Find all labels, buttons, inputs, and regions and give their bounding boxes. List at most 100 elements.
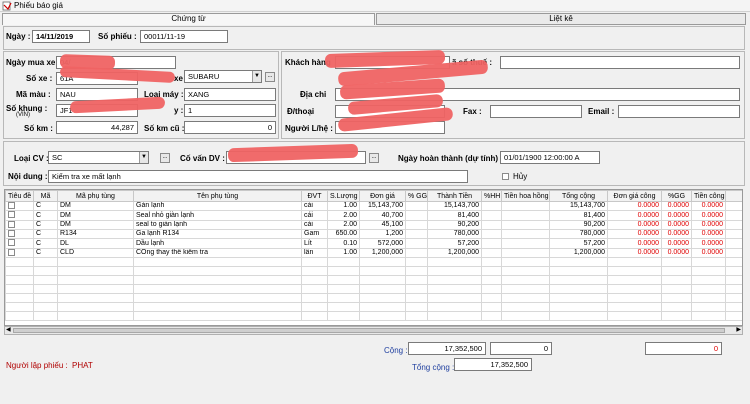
loai-may-field[interactable]: XANG (184, 88, 276, 101)
table-cell[interactable]: cái (301, 210, 328, 221)
ma-so-thue-field[interactable] (500, 56, 740, 69)
table-cell[interactable]: Seal nhỏ giàn lạnh (133, 210, 302, 221)
may-field[interactable]: 1 (184, 104, 276, 117)
column-header[interactable]: %HH (481, 190, 502, 202)
table-cell[interactable] (5, 229, 34, 240)
table-cell[interactable]: seal to giàn lạnh (133, 219, 302, 231)
table-cell[interactable] (481, 210, 502, 221)
row-checkbox[interactable] (8, 221, 15, 228)
scroll-right-icon[interactable]: ▶ (736, 326, 741, 333)
table-cell[interactable] (405, 247, 428, 259)
loai-cv-combo[interactable]: SC ▼ (48, 151, 149, 164)
column-header[interactable]: Tổng cộng (549, 190, 608, 202)
table-row[interactable]: C DM seal to giàn lạnh cái 2.00 45,100 90,200 9… (5, 219, 742, 231)
scroll-left-icon[interactable]: ◀ (6, 326, 11, 333)
so-phieu-field[interactable]: 00011/11-19 (140, 30, 228, 43)
noi-dung-field[interactable]: Kiểm tra xe mất lạnh (48, 170, 468, 183)
table-cell[interactable]: 0.0000 (691, 247, 726, 259)
table-cell[interactable]: COng thay thế kiểm tra (133, 247, 302, 259)
table-cell[interactable] (405, 219, 428, 231)
tab-chung-tu[interactable]: Chứng từ (2, 13, 375, 25)
table-cell[interactable]: 90,200 (427, 219, 482, 231)
table-cell[interactable]: Gam (301, 229, 328, 240)
table-cell[interactable]: 0.0000 (691, 210, 726, 221)
column-header[interactable]: Mã phụ tùng (57, 190, 134, 202)
table-cell[interactable]: 0.0000 (607, 238, 662, 249)
table-cell[interactable]: C (33, 229, 58, 240)
table-cell[interactable]: 0 (725, 229, 742, 240)
so-km-field[interactable]: 44,287 (56, 121, 138, 134)
table-cell[interactable] (501, 200, 550, 212)
table-cell[interactable]: 0.0000 (691, 229, 726, 240)
email-field[interactable] (618, 105, 740, 118)
table-cell[interactable] (481, 247, 502, 259)
table-cell[interactable]: 780,000 (427, 229, 482, 240)
table-cell[interactable]: 45,100 (359, 219, 406, 231)
table-cell[interactable] (501, 210, 550, 221)
table-cell[interactable]: 0.0000 (607, 200, 662, 212)
table-cell[interactable]: 90,200 (549, 219, 608, 231)
table-cell[interactable]: 0.0000 (661, 238, 692, 249)
tab-liet-ke[interactable]: Liệt kê (376, 13, 746, 25)
table-row[interactable]: C CLD COng thay thế kiểm tra lần 1.00 1,200,0… (5, 247, 742, 259)
table-cell[interactable]: 1,200 (359, 229, 406, 240)
scrollbar-thumb[interactable] (13, 328, 725, 333)
table-cell[interactable]: C (33, 247, 58, 259)
chevron-down-icon[interactable]: ▼ (139, 152, 148, 163)
chevron-down-icon[interactable]: ▼ (252, 71, 261, 82)
column-header[interactable]: S.Lượng (327, 190, 360, 202)
table-cell[interactable]: 0 (725, 219, 742, 231)
column-header[interactable]: Đơn giá (359, 190, 406, 202)
table-cell[interactable]: cái (301, 219, 328, 231)
table-cell[interactable]: 0.0000 (661, 219, 692, 231)
table-cell[interactable]: 0.0000 (607, 219, 662, 231)
table-cell[interactable]: 81,400 (549, 210, 608, 221)
column-header[interactable]: %GG (661, 190, 692, 202)
table-cell[interactable]: Gàn lạnh (133, 200, 302, 212)
table-cell[interactable]: 2.00 (327, 210, 360, 221)
table-cell[interactable]: 0.0000 (607, 229, 662, 240)
table-row[interactable]: C DM Seal nhỏ giàn lạnh cái 2.00 40,700 81,400… (5, 210, 742, 221)
table-cell[interactable]: 2.00 (327, 219, 360, 231)
table-cell[interactable]: Ga lạnh R134 (133, 229, 302, 240)
huy-checkbox[interactable] (502, 173, 509, 180)
row-checkbox[interactable] (8, 202, 15, 209)
table-cell[interactable] (405, 200, 428, 212)
table-cell[interactable]: 0.0000 (607, 210, 662, 221)
column-header[interactable]: Gh (725, 190, 742, 202)
table-cell[interactable] (5, 247, 34, 259)
table-cell[interactable]: 0.0000 (661, 200, 692, 212)
table-cell[interactable] (481, 229, 502, 240)
table-cell[interactable]: DM (57, 200, 134, 212)
ngay-hoan-thanh-field[interactable]: 01/01/1900 12:00:00 A (500, 151, 600, 164)
table-cell[interactable] (501, 229, 550, 240)
table-cell[interactable]: 0.0000 (607, 247, 662, 259)
date-field[interactable]: 14/11/2019 (32, 30, 90, 43)
table-cell[interactable]: C (33, 219, 58, 231)
table-cell[interactable]: Lít (301, 238, 328, 249)
table-cell[interactable]: 0 (725, 210, 742, 221)
table-cell[interactable]: C (33, 238, 58, 249)
co-van-lookup-button[interactable]: ... (369, 153, 379, 163)
table-cell[interactable] (481, 200, 502, 212)
table-cell[interactable]: DM (57, 219, 134, 231)
column-header[interactable]: Tiền hoa hồng (501, 190, 550, 202)
table-cell[interactable] (5, 238, 34, 249)
fax-field[interactable] (490, 105, 582, 118)
table-cell[interactable]: 40,700 (359, 210, 406, 221)
table-cell[interactable]: Dầu lạnh (133, 238, 302, 249)
table-cell[interactable]: 0.0000 (691, 200, 726, 212)
hieu-xe-combo[interactable]: SUBARU ▼ (184, 70, 262, 83)
table-cell[interactable] (501, 219, 550, 231)
table-cell[interactable]: 0.10 (327, 238, 360, 249)
table-cell[interactable]: 57,200 (427, 238, 482, 249)
table-cell[interactable]: 0 (725, 238, 742, 249)
table-cell[interactable]: cái (301, 200, 328, 212)
parts-grid[interactable]: Tiêu đề Mã Mã phụ tùng Tên phụ tùng ĐVT S.Lượ… (4, 189, 743, 326)
row-checkbox[interactable] (8, 230, 15, 238)
table-cell[interactable] (405, 238, 428, 249)
table-cell[interactable]: 1.00 (327, 247, 360, 259)
table-cell[interactable] (481, 238, 502, 249)
table-cell[interactable]: C (33, 200, 58, 212)
table-cell[interactable]: 15,143,700 (359, 200, 406, 212)
